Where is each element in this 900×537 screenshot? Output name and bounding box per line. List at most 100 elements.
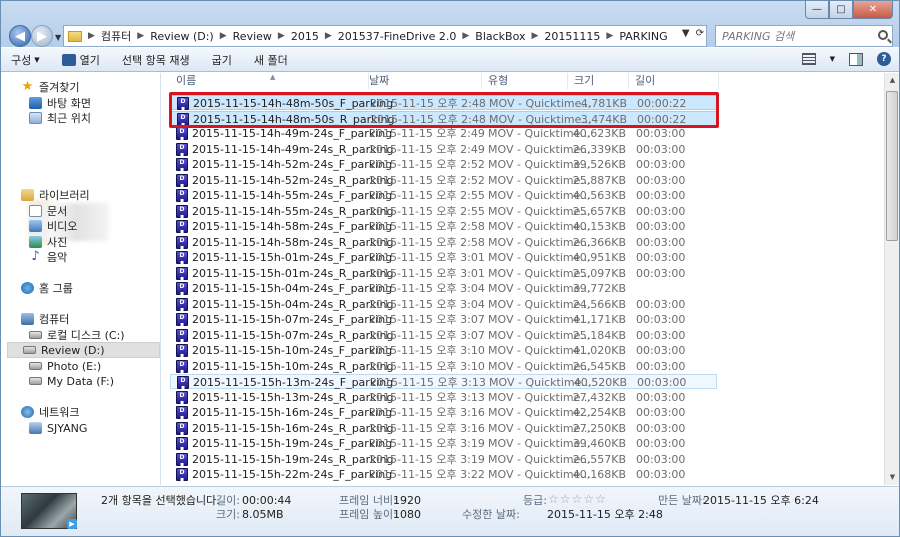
column-header-size[interactable]: 크기: [568, 73, 629, 89]
table-row[interactable]: D ▪ 2015-11-15-15h-04m-24s_R_parking 2015-1…: [170, 297, 717, 313]
table-row[interactable]: D ▪ 2015-11-15-15h-22m-24s_F_parking 2015-1…: [170, 467, 717, 483]
sidebar-item-photo-drive[interactable]: Photo (E:): [29, 358, 101, 374]
table-row[interactable]: D ▪ 2015-11-15-15h-07m-24s_R_parking 2015-1…: [170, 328, 717, 344]
address-bar[interactable]: ▶ 컴퓨터 ▶ Review (D:) ▶ Review ▶ 2015 ▶ 20…: [63, 25, 707, 47]
organize-button[interactable]: 구성 ▼: [11, 52, 40, 68]
sidebar-item-pictures[interactable]: 사진: [29, 234, 67, 250]
change-view-icon[interactable]: [801, 53, 816, 65]
chevron-right-icon[interactable]: ▶: [137, 31, 144, 41]
table-row[interactable]: D ▪ 2015-11-15-15h-01m-24s_R_parking 2015-1…: [170, 266, 717, 282]
forward-button[interactable]: ▶: [31, 25, 53, 47]
chevron-right-icon[interactable]: ▶: [278, 31, 285, 41]
table-row[interactable]: D ▪ 2015-11-15-15h-13m-24s_F_parking 2015-1…: [170, 374, 717, 391]
file-name: 2015-11-15-14h-48m-50s_F_parking: [193, 97, 394, 110]
file-length: 00:03:00: [636, 297, 686, 311]
address-dropdown-icon[interactable]: ▼: [682, 28, 690, 39]
table-row[interactable]: D ▪ 2015-11-15-14h-48m-50s_F_parking 2015-1…: [170, 95, 717, 112]
breadcrumb-review[interactable]: Review: [233, 30, 272, 43]
recent-pages-dropdown[interactable]: ▼: [55, 33, 61, 42]
burn-button[interactable]: 굽기: [212, 52, 232, 68]
sidebar-item-computer[interactable]: 컴퓨터: [21, 311, 69, 327]
chevron-right-icon[interactable]: ▶: [462, 31, 469, 41]
table-row[interactable]: D ▪ 2015-11-15-15h-19m-24s_F_parking 2015-1…: [170, 436, 717, 452]
search-box[interactable]: [715, 25, 893, 47]
sidebar-item-label: 문서: [47, 205, 68, 218]
table-row[interactable]: D ▪ 2015-11-15-14h-58m-24s_F_parking 2015-1…: [170, 219, 717, 235]
play-selection-button[interactable]: 선택 항목 재생: [122, 52, 190, 68]
picture-icon: [29, 236, 42, 248]
back-button[interactable]: ◀: [9, 25, 31, 47]
column-header-name[interactable]: 이름 ▲: [170, 73, 369, 89]
column-header-label: 이름: [176, 74, 197, 87]
table-row[interactable]: D ▪ 2015-11-15-14h-49m-24s_F_parking 2015-1…: [170, 126, 717, 142]
rating-stars[interactable]: ☆☆☆☆☆: [548, 492, 607, 507]
table-row[interactable]: D ▪ 2015-11-15-14h-55m-24s_R_parking 2015-1…: [170, 204, 717, 220]
file-list: 이름 ▲ 날짜 유형 크기 길이 D ▪ 2015-11-15-14h-48m-50s…: [162, 73, 884, 485]
breadcrumb-2015[interactable]: 2015: [291, 30, 319, 43]
scroll-down-icon[interactable]: ▼: [885, 470, 899, 485]
scroll-up-icon[interactable]: ▲: [885, 73, 899, 88]
refresh-icon[interactable]: ⟳: [696, 28, 704, 39]
column-header-type[interactable]: 유형: [482, 73, 568, 89]
table-row[interactable]: D ▪ 2015-11-15-15h-04m-24s_F_parking 2015-1…: [170, 281, 717, 297]
breadcrumb-review-drive[interactable]: Review (D:): [150, 30, 214, 43]
mov-file-icon: D ▪: [176, 344, 188, 359]
table-row[interactable]: D ▪ 2015-11-15-14h-48m-50s_R_parking 2015-1…: [170, 110, 717, 128]
chevron-right-icon[interactable]: ▶: [325, 31, 332, 41]
table-row[interactable]: D ▪ 2015-11-15-15h-10m-24s_F_parking 2015-1…: [170, 343, 717, 359]
breadcrumb-computer[interactable]: 컴퓨터: [101, 28, 131, 44]
sidebar-item-libraries[interactable]: 라이브러리: [21, 187, 90, 203]
column-header-length[interactable]: 길이: [629, 73, 719, 89]
table-row[interactable]: D ▪ 2015-11-15-15h-13m-24s_R_parking 2015-1…: [170, 390, 717, 406]
table-row[interactable]: D ▪ 2015-11-15-14h-52m-24s_R_parking 2015-1…: [170, 173, 717, 189]
table-row[interactable]: D ▪ 2015-11-15-14h-55m-24s_F_parking 2015-1…: [170, 188, 717, 204]
breadcrumb-finedrive[interactable]: 201537-FineDrive 2.0: [338, 30, 457, 43]
search-input[interactable]: [722, 29, 872, 43]
breadcrumb-parking[interactable]: PARKING: [619, 30, 667, 43]
close-button[interactable]: ✕: [853, 1, 893, 19]
table-row[interactable]: D ▪ 2015-11-15-15h-19m-24s_R_parking 2015-1…: [170, 452, 717, 468]
created-value: 2015-11-15 오후 6:24: [703, 494, 819, 507]
maximize-button[interactable]: □: [829, 1, 853, 19]
sidebar-item-favorites[interactable]: ★ 즐겨찾기: [21, 79, 80, 95]
sidebar-item-network[interactable]: 네트워크: [21, 404, 79, 420]
table-row[interactable]: D ▪ 2015-11-15-14h-49m-24s_R_parking 2015-1…: [170, 142, 717, 158]
table-row[interactable]: D ▪ 2015-11-15-15h-07m-24s_F_parking 2015-1…: [170, 312, 717, 328]
table-row[interactable]: D ▪ 2015-11-15-15h-16m-24s_R_parking 2015-1…: [170, 421, 717, 437]
sidebar-item-desktop[interactable]: 바탕 화면: [29, 95, 91, 111]
minimize-button[interactable]: —: [805, 1, 829, 19]
sidebar-item-host[interactable]: SJYANG: [29, 420, 87, 436]
vertical-scrollbar[interactable]: ▲ ▼: [884, 73, 899, 485]
sidebar-item-documents[interactable]: 문서: [29, 203, 67, 219]
column-header-date[interactable]: 날짜: [363, 73, 482, 89]
modified-value: 2015-11-15 오후 2:48: [547, 508, 663, 521]
breadcrumb-blackbox[interactable]: BlackBox: [475, 30, 525, 43]
chevron-right-icon[interactable]: ▶: [606, 31, 613, 41]
file-name: 2015-11-15-14h-58m-24s_R_parking: [192, 235, 394, 249]
sidebar-item-videos[interactable]: 비디오: [29, 218, 77, 234]
table-row[interactable]: D ▪ 2015-11-15-15h-10m-24s_R_parking 2015-1…: [170, 359, 717, 375]
chevron-right-icon[interactable]: ▶: [88, 31, 95, 41]
sidebar-item-local-disk[interactable]: 로컬 디스크 (C:): [29, 327, 125, 343]
mov-file-icon: D ▪: [177, 112, 189, 128]
mov-file-icon: D ▪: [176, 266, 188, 282]
sidebar-item-review-drive[interactable]: Review (D:): [7, 342, 160, 358]
search-icon[interactable]: [878, 30, 888, 40]
sidebar-item-recent[interactable]: 최근 위치: [29, 110, 91, 126]
table-row[interactable]: D ▪ 2015-11-15-14h-52m-24s_F_parking 2015-1…: [170, 157, 717, 173]
sidebar-item-mydata-drive[interactable]: My Data (F:): [29, 373, 114, 389]
chevron-down-icon[interactable]: ▼: [830, 55, 835, 63]
preview-pane-icon[interactable]: [849, 52, 863, 66]
chevron-right-icon[interactable]: ▶: [532, 31, 539, 41]
table-row[interactable]: D ▪ 2015-11-15-15h-01m-24s_F_parking 2015-1…: [170, 250, 717, 266]
open-button[interactable]: 열기: [61, 52, 100, 68]
sidebar-item-music[interactable]: ♪ 음악: [29, 249, 67, 265]
new-folder-button[interactable]: 새 폴더: [254, 52, 288, 68]
table-row[interactable]: D ▪ 2015-11-15-15h-16m-24s_F_parking 2015-1…: [170, 405, 717, 421]
scrollbar-thumb[interactable]: [886, 91, 898, 241]
table-row[interactable]: D ▪ 2015-11-15-14h-58m-24s_R_parking 2015-1…: [170, 235, 717, 251]
breadcrumb-20151115[interactable]: 20151115: [544, 30, 600, 43]
sidebar-item-homegroup[interactable]: 홈 그룹: [21, 280, 73, 296]
help-icon[interactable]: ?: [877, 52, 891, 66]
chevron-right-icon[interactable]: ▶: [220, 31, 227, 41]
